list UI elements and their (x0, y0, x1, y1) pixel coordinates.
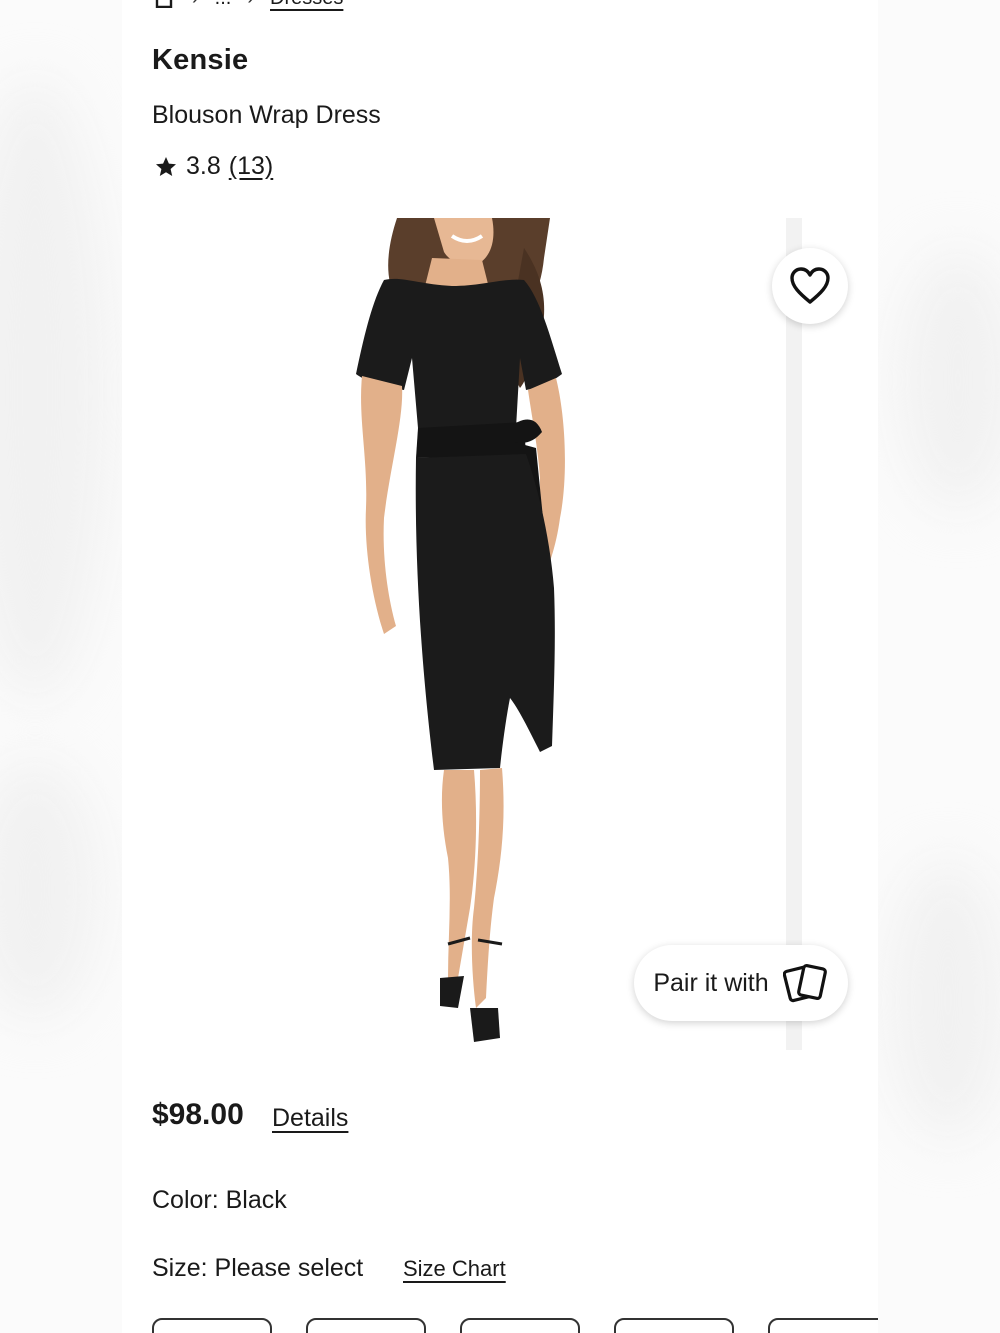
breadcrumb-dresses-link[interactable]: Dresses (270, 0, 343, 10)
size-prompt: Size: Please select (152, 1254, 364, 1282)
size-options (152, 1318, 878, 1333)
pair-it-with-label: Pair it with (653, 968, 769, 997)
gallery-scrollbar[interactable] (786, 218, 802, 1050)
cards-icon (782, 963, 827, 1003)
star-icon (156, 156, 176, 176)
add-to-wishlist-button[interactable] (772, 248, 848, 324)
product-card: › ... › Dresses Kensie Blouson Wrap Dres… (122, 0, 878, 1333)
size-option[interactable] (460, 1318, 580, 1333)
product-image (152, 218, 802, 1050)
size-option[interactable] (306, 1318, 426, 1333)
page-background-left (0, 0, 122, 1333)
selected-color: Color: Black (152, 1186, 287, 1214)
product-image-gallery[interactable] (152, 218, 802, 1050)
size-option[interactable] (768, 1318, 878, 1333)
home-icon[interactable] (152, 0, 176, 8)
product-price: $98.00 (152, 1098, 244, 1131)
size-option[interactable] (152, 1318, 272, 1333)
breadcrumb-separator: › (247, 0, 254, 10)
product-title: Blouson Wrap Dress (152, 101, 381, 129)
breadcrumb: › ... › Dresses (152, 0, 343, 10)
review-count-link[interactable]: (13) (229, 152, 273, 181)
breadcrumb-separator: › (192, 0, 199, 10)
heart-icon (790, 267, 830, 304)
breadcrumb-ellipsis[interactable]: ... (215, 0, 232, 10)
page-background-right (878, 0, 1000, 1333)
size-chart-link[interactable]: Size Chart (403, 1256, 506, 1282)
pair-it-with-button[interactable]: Pair it with (634, 945, 848, 1021)
rating-value: 3.8 (186, 152, 221, 180)
size-option[interactable] (614, 1318, 734, 1333)
rating-summary[interactable]: 3.8 (13) (154, 152, 273, 181)
brand-name[interactable]: Kensie (152, 44, 248, 77)
price-details-link[interactable]: Details (272, 1104, 348, 1133)
